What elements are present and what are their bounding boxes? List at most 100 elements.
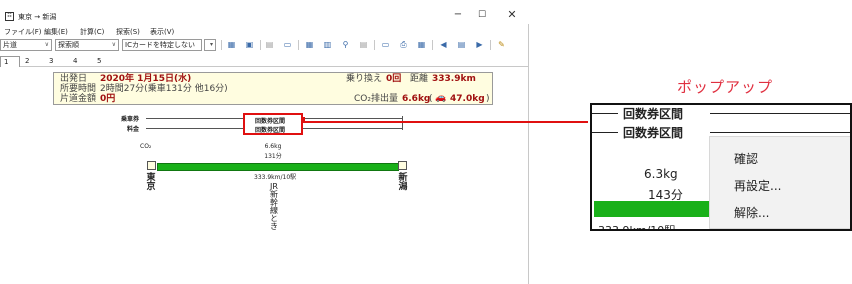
ryokin-line	[146, 128, 243, 129]
popup-caption: ポップアップ	[677, 78, 774, 96]
joshaken-line	[146, 118, 243, 119]
edit-icon[interactable]: ✎	[496, 40, 507, 50]
list-icon[interactable]: ▤	[358, 40, 369, 50]
ic-card-select[interactable]: ICカードを特定しない	[122, 39, 202, 51]
segment-co2: 6.6kg	[264, 143, 282, 150]
calendar-icon[interactable]: ▦	[416, 40, 427, 50]
co2-value: 6.6kg	[402, 94, 431, 104]
fare-block-highlight[interactable]: 回数券区間 回数券区間	[243, 113, 303, 135]
calculator-icon[interactable]: ▦	[226, 40, 237, 50]
joshaken-label: 乗車券	[121, 116, 140, 123]
chevron-down-icon: ∨	[44, 41, 49, 48]
popup-line-1-left	[592, 113, 618, 114]
distance-value: 333.9km	[432, 74, 476, 84]
sort-value: 探索順	[58, 41, 79, 49]
main-window: ☷ 東京 → 新潟 − ☐ ✕ ファイル(F) 編集(E) 計算(C) 探索(S…	[0, 0, 529, 284]
co2-car-close: )	[486, 94, 490, 104]
ic-card-value: ICカードを特定しない	[125, 41, 195, 49]
print-icon[interactable]: ⎙	[398, 40, 409, 50]
trip-type-select[interactable]: 片道 ∨	[0, 39, 52, 51]
route-tab-4[interactable]: 4	[70, 56, 90, 67]
popup-line-2-left	[592, 132, 618, 133]
fare-block-1[interactable]: 回数券区間	[255, 116, 285, 125]
depart-value: 2020年 1月15日(水)	[100, 74, 192, 84]
toolbar-separator	[260, 40, 261, 50]
time-label: 所要時間	[60, 84, 97, 94]
chart-icon[interactable]: ▥	[322, 40, 333, 50]
menu-search[interactable]: 探索(S)	[116, 27, 140, 37]
ryokin-line-right	[303, 128, 403, 129]
timetable-icon[interactable]: ▦	[304, 40, 315, 50]
route-tab-2[interactable]: 2	[22, 56, 42, 67]
popup-fare-block-1[interactable]: 回数券区間	[623, 105, 683, 122]
co2-label: CO₂排出量	[354, 94, 398, 104]
toolbar-separator	[374, 40, 375, 50]
menu-edit[interactable]: 編集(E)	[44, 27, 68, 37]
close-button[interactable]: ✕	[500, 8, 524, 22]
menu-file[interactable]: ファイル(F)	[4, 27, 42, 37]
minimize-button[interactable]: −	[446, 8, 470, 22]
toolbar-separator	[298, 40, 299, 50]
context-menu-reset[interactable]: 再設定...	[734, 177, 781, 194]
toolbar-separator	[490, 40, 491, 50]
maximize-button[interactable]: ☐	[470, 8, 494, 22]
station-marker-niigata[interactable]	[398, 161, 407, 170]
menu-calc[interactable]: 計算(C)	[80, 27, 104, 37]
co2-axis-label: CO₂	[140, 143, 152, 150]
forward-icon[interactable]: ▶	[474, 40, 485, 50]
station-to[interactable]: 新潟	[398, 174, 408, 192]
fare-end-tick	[402, 116, 403, 130]
fare-block-2[interactable]: 回数券区間	[255, 125, 285, 134]
station-marker-tokyo[interactable]	[147, 161, 156, 170]
route-tab-1[interactable]: 1	[0, 56, 20, 67]
map-icon[interactable]: ▣	[244, 40, 255, 50]
popup-co2: 6.3kg	[644, 167, 678, 181]
car-icon: 🚗	[435, 93, 447, 103]
popup-fare-block-2[interactable]: 回数券区間	[623, 124, 683, 141]
chevron-down-icon: ∨	[111, 41, 116, 48]
transfer-label: 乗り換え	[346, 74, 383, 84]
title-bar: ☷ 東京 → 新潟 − ☐ ✕	[0, 0, 529, 24]
note-icon[interactable]: ▭	[380, 40, 391, 50]
context-menu-confirm[interactable]: 確認	[734, 150, 758, 167]
back-icon[interactable]: ◀	[438, 40, 449, 50]
context-menu: 確認 再設定... 解除...	[709, 136, 850, 229]
co2-car-value: 47.0kg	[450, 94, 485, 104]
trip-type-value: 片道	[3, 41, 17, 49]
segment-distance: 333.9km/10駅	[254, 174, 297, 181]
popup-line-1-right	[710, 113, 850, 114]
history-icon[interactable]: ▤	[456, 40, 467, 50]
toolbar-separator	[432, 40, 433, 50]
joshaken-line-right	[303, 118, 403, 119]
popup-zoom-panel: 回数券区間 回数券区間 6.3kg 143分 333.9km/10駅 確認 再設…	[590, 103, 852, 231]
fare-value: 0円	[100, 94, 116, 104]
station-from[interactable]: 東京	[146, 174, 156, 192]
app-icon: ☷	[5, 12, 14, 21]
route-tab-3[interactable]: 3	[46, 56, 66, 67]
window-icon[interactable]: ▭	[282, 40, 293, 50]
route-tabs: 1 2 3 4 5	[0, 56, 529, 67]
popup-distance: 333.9km/10駅	[598, 224, 676, 231]
route-tab-5[interactable]: 5	[94, 56, 114, 67]
time-value: 2時間27分(乗車131分 他16分)	[100, 84, 228, 94]
menu-view[interactable]: 表示(V)	[150, 27, 174, 37]
line-name[interactable]: JR新幹線とき	[270, 183, 278, 231]
menu-bar: ファイル(F) 編集(E) 計算(C) 探索(S) 表示(V)	[0, 26, 529, 38]
route-summary: 出発日 2020年 1月15日(水) 所要時間 2時間27分(乗車131分 他1…	[53, 72, 493, 105]
segment-minutes: 131分	[264, 153, 282, 160]
popup-line-2-right	[710, 132, 850, 133]
co2-car-open: (	[429, 94, 433, 104]
window-title: 東京 → 新潟	[18, 13, 57, 21]
ic-card-dropdown-button[interactable]: ▾	[204, 39, 216, 51]
ryokin-label: 料金	[127, 126, 140, 133]
route-segment-rail[interactable]	[157, 163, 399, 171]
toolbar-separator	[221, 40, 222, 50]
distance-label: 距離	[410, 74, 429, 84]
depart-label: 出発日	[60, 74, 88, 84]
search-icon[interactable]: ⚲	[340, 40, 351, 50]
copy-icon[interactable]: ▤	[264, 40, 275, 50]
callout-connector	[305, 121, 588, 123]
sort-select[interactable]: 探索順 ∨	[55, 39, 119, 51]
context-menu-clear[interactable]: 解除...	[734, 204, 769, 221]
toolbar: 片道 ∨ 探索順 ∨ ICカードを特定しない ▾ ▦ ▣ ▤ ▭ ▦ ▥ ⚲ ▤…	[0, 38, 529, 52]
